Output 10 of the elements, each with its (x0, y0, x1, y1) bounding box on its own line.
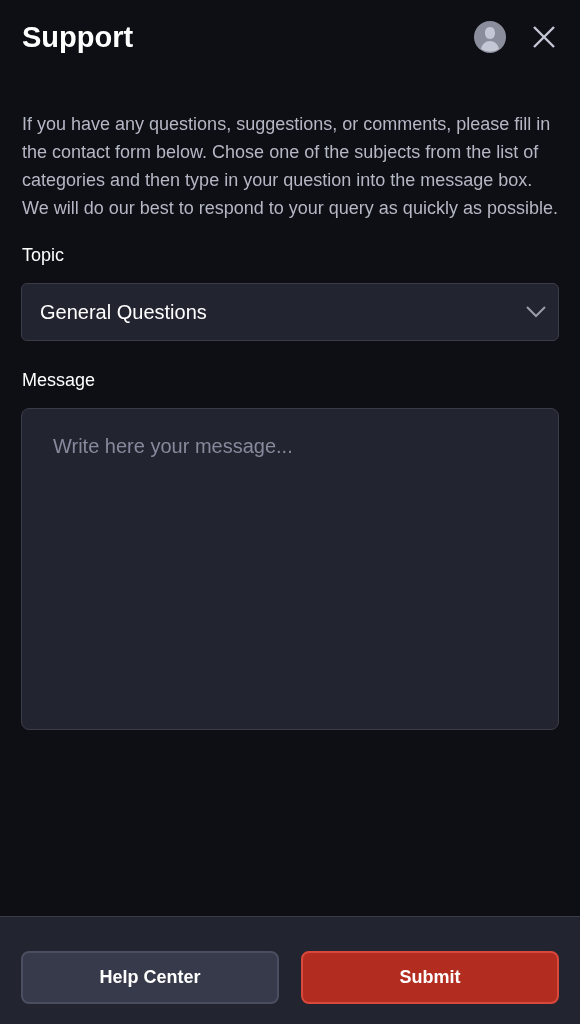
field-label: Topic (22, 244, 66, 267)
submit-button[interactable]: Submit (301, 951, 559, 1004)
avatar-icon[interactable] (474, 21, 506, 53)
chevron-down-icon (526, 306, 546, 318)
message-field[interactable]: Write here your message... (21, 408, 559, 730)
field-label: Message (22, 369, 97, 392)
topic-dropdown[interactable]: General Questions (21, 283, 559, 341)
intro-text: If you have any questions, suggestions, or comments, please fill in the contact form below. Chose one of the subjects from the list of categories and then type in your question into the message box. We will do our best to respond to your query as quickly as possible. (22, 113, 558, 220)
help-center-button[interactable]: Help Center (21, 951, 279, 1004)
panel-title: Support (22, 19, 134, 55)
